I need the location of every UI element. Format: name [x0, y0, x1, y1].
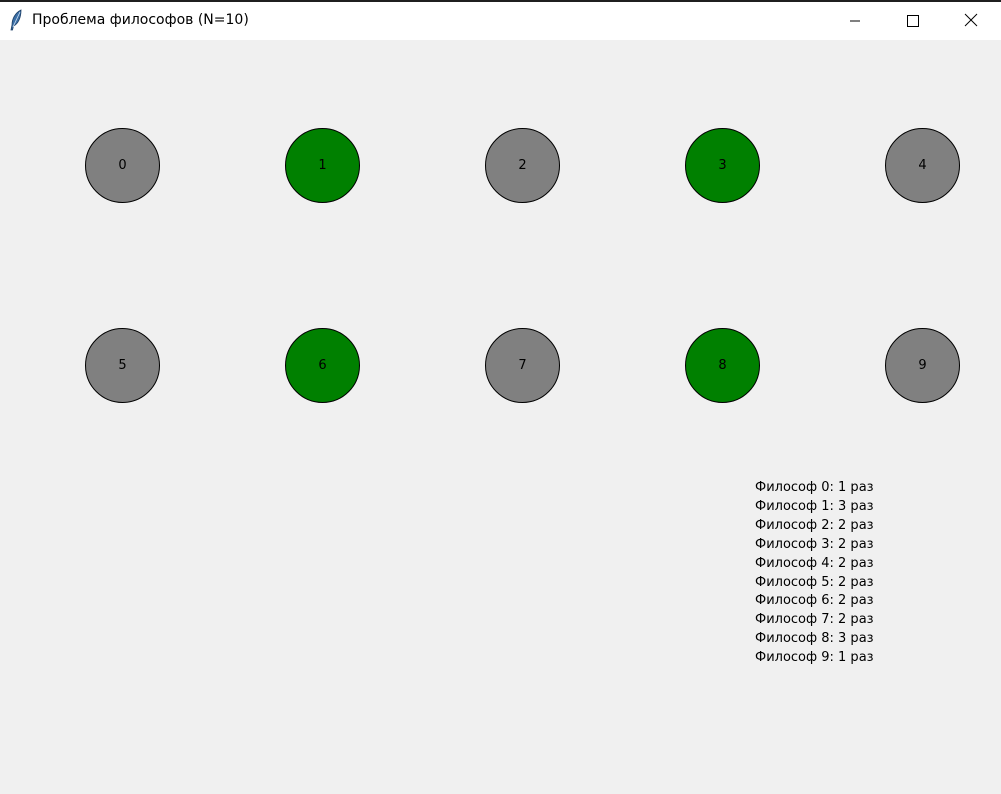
stat-line: Философ 1: 3 раз — [755, 498, 874, 514]
window-title: Проблема философов (N=10) — [32, 12, 249, 28]
philosopher-circle: 4 — [885, 128, 960, 203]
philosopher-circle: 0 — [85, 128, 160, 203]
philosopher-circle: 5 — [85, 328, 160, 403]
philosopher-circle: 3 — [685, 128, 760, 203]
philosopher-circle: 7 — [485, 328, 560, 403]
title-bar[interactable]: Проблема философов (N=10) — [0, 0, 1001, 40]
stat-line: Философ 7: 2 раз — [755, 612, 874, 628]
minimize-icon — [849, 12, 861, 31]
stat-line: Философ 3: 2 раз — [755, 536, 874, 552]
philosopher-circle: 6 — [285, 328, 360, 403]
philosopher-circle: 8 — [685, 328, 760, 403]
stat-line: Философ 4: 2 раз — [755, 555, 874, 571]
stat-line: Философ 2: 2 раз — [755, 517, 874, 533]
philosopher-circle: 9 — [885, 328, 960, 403]
philosopher-circle: 1 — [285, 128, 360, 203]
stat-line: Философ 9: 1 раз — [755, 650, 874, 666]
stat-line: Философ 6: 2 раз — [755, 593, 874, 609]
stat-line: Философ 0: 1 раз — [755, 480, 874, 495]
close-button[interactable] — [942, 2, 1000, 40]
close-icon — [964, 12, 978, 31]
app-window: Проблема философов (N=10) 0 1 2 3 4 5 6 7 8 9 Фил… — [0, 0, 1001, 794]
philosopher-circle: 2 — [485, 128, 560, 203]
feather-icon — [9, 9, 23, 31]
maximize-button[interactable] — [884, 2, 942, 40]
maximize-icon — [907, 12, 919, 31]
stat-line: Философ 5: 2 раз — [755, 574, 874, 590]
stat-line: Философ 8: 3 раз — [755, 631, 874, 647]
philosophers-canvas: 0 1 2 3 4 5 6 7 8 9 Философ 0: 1 раз Философ 1: 3… — [0, 40, 1001, 794]
minimize-button[interactable] — [826, 2, 884, 40]
meal-stats: Философ 0: 1 раз Философ 1: 3 раз Филосо… — [755, 479, 874, 668]
